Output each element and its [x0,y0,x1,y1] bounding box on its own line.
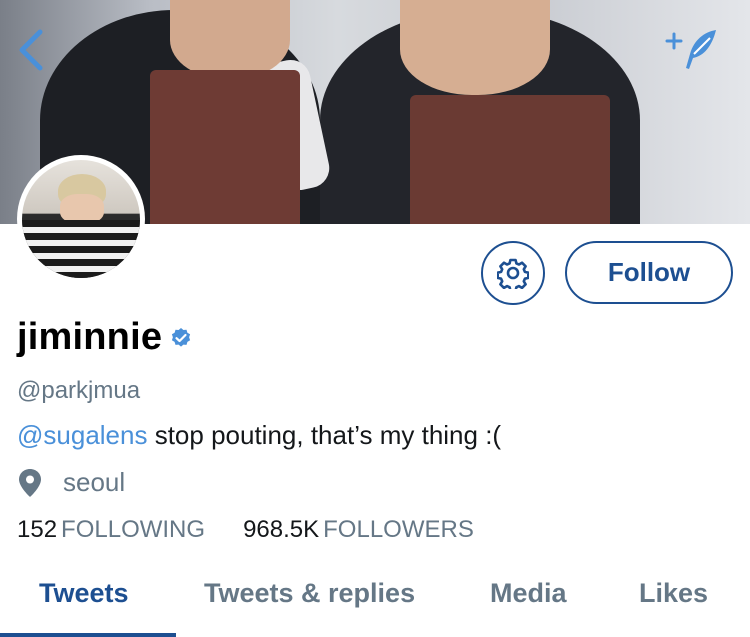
profile-settings-button[interactable] [481,241,545,305]
tab-tweets-replies[interactable]: Tweets & replies [204,578,415,609]
bio-mention-link[interactable]: @sugalens [17,420,147,450]
avatar-image [22,160,140,278]
following-stat[interactable]: 152 FOLLOWING [17,516,205,543]
follow-button[interactable]: Follow [565,241,733,304]
tab-tweets[interactable]: Tweets [39,578,129,609]
chevron-left-icon [19,29,43,71]
tab-likes[interactable]: Likes [639,578,708,609]
tab-media[interactable]: Media [490,578,567,609]
compose-tweet-button[interactable] [664,24,722,74]
following-label: FOLLOWING [61,516,206,543]
followers-count: 968.5K [243,516,320,543]
display-name: jiminnie [17,316,163,358]
bio-text: stop pouting, that’s my thing :( [147,420,502,450]
profile-tabs: Tweets Tweets & replies Media Likes [0,568,750,637]
location-text: seoul [63,467,126,497]
profile-name-row: jiminnie [17,316,192,359]
profile-bio: @sugalens stop pouting, that’s my thing … [17,420,501,451]
gear-icon [497,258,529,289]
profile-avatar[interactable] [17,155,145,283]
feather-plus-icon [665,30,716,69]
following-count: 152 [17,516,58,543]
profile-stats: 152 FOLLOWING 968.5K FOLLOWERS [17,516,474,544]
followers-stat[interactable]: 968.5K FOLLOWERS [243,516,474,543]
verified-badge-icon [172,327,191,347]
followers-label: FOLLOWERS [323,516,474,543]
profile-handle: @parkjmua [17,377,141,404]
active-tab-indicator [0,633,176,637]
location-pin-icon [19,468,41,497]
back-button[interactable] [10,26,54,74]
profile-location: seoul [17,467,125,498]
